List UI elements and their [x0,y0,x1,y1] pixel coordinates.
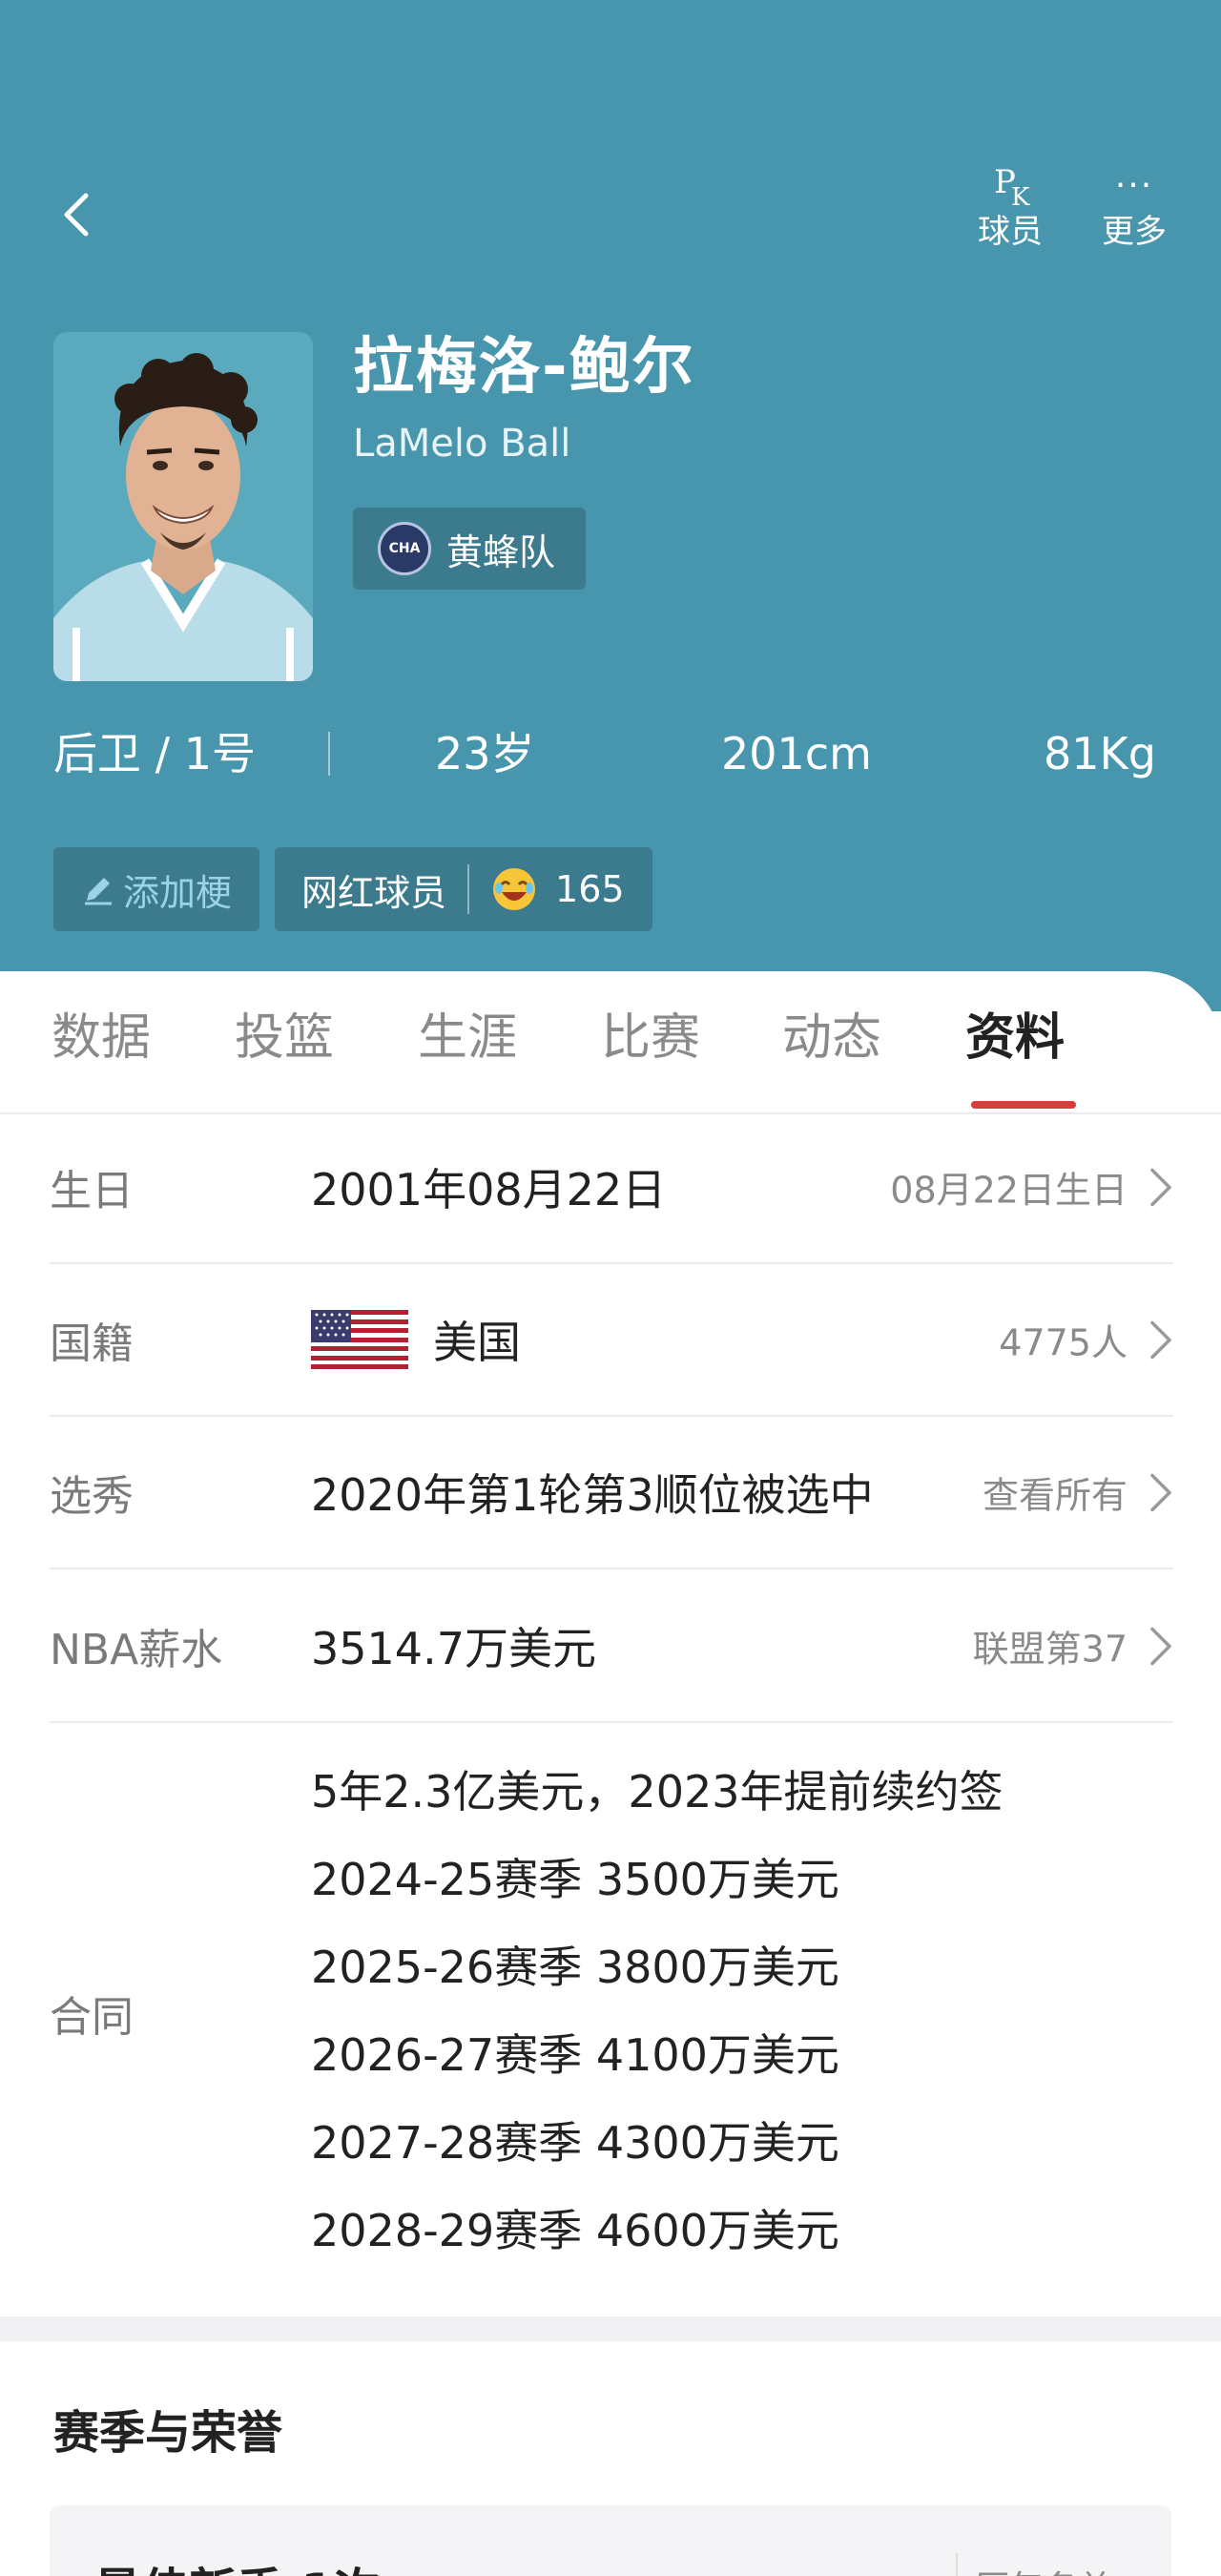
pk-player-button[interactable]: P K 球员 [958,162,1063,267]
tab-data[interactable]: 数据 [52,1008,151,1069]
chevron-right-icon [1150,1168,1171,1206]
player-name-en: LaMelo Ball [353,422,571,466]
draft-link[interactable]: 查看所有 [983,1466,1173,1519]
contract-line: 2028-29赛季 4600万美元 [311,2205,839,2256]
info-row-birthday[interactable]: 生日 2001年08月22日 08月22日生日 [50,1111,1173,1264]
add-meme-label: 添加梗 [122,871,232,914]
player-stats-row: 后卫 / 1号 23岁 201cm 81Kg [53,720,1169,787]
player-age: 23岁 [435,728,535,779]
chevron-right-icon [1150,1320,1171,1359]
contract-line: 2027-28赛季 4300万美元 [311,2117,839,2169]
chevron-right-icon [1150,1473,1171,1511]
player-name-cn: 拉梅洛-鲍尔 [353,332,695,403]
add-meme-button[interactable]: 添加梗 [53,847,259,931]
honors-section-title: 赛季与荣誉 [53,2406,283,2460]
team-tag[interactable]: CHA 黄蜂队 [353,508,586,590]
chevron-left-icon [64,193,89,237]
honors-divider [956,2553,958,2576]
draft-value: 2020年第1轮第3顺位被选中 [311,1469,874,1521]
nationality-link[interactable]: 4775人 [999,1314,1173,1366]
active-tab-indicator [971,1101,1076,1109]
birthday-right-text: 08月22日生日 [890,1169,1128,1212]
contract-summary: 5年2.3亿美元，2023年提前续约签 [311,1766,1004,1818]
player-height: 201cm [721,728,872,779]
contract-line: 2026-27赛季 4100万美元 [311,2029,839,2081]
birthday-value: 2001年08月22日 [311,1164,667,1215]
birthday-label: 生日 [50,1167,134,1215]
influencer-divider [467,864,470,914]
pen-icon [84,878,112,905]
tab-games[interactable]: 比赛 [601,1008,700,1069]
info-row-salary[interactable]: NBA薪水 3514.7万美元 联盟第37 [50,1570,1173,1723]
info-row-nationality[interactable]: 国籍 美国 4775人 [50,1264,1173,1417]
position-number: 后卫 / 1号 [53,728,257,779]
influencer-label: 网红球员 [301,871,447,914]
us-flag-icon [311,1310,408,1369]
honors-history-link[interactable]: 历年名单 [975,2561,1112,2576]
influencer-tag[interactable]: 网红球员 165 [275,847,652,931]
section-divider [0,2316,1221,2341]
player-photo [53,332,313,681]
team-logo-icon: CHA [378,522,431,575]
stats-divider [328,732,330,776]
back-button[interactable] [53,186,101,243]
team-name: 黄蜂队 [446,530,556,573]
nationality-label: 国籍 [50,1319,134,1368]
nationality-right-text: 4775人 [999,1321,1128,1364]
tab-news[interactable]: 动态 [782,1008,881,1069]
chevron-right-icon [1150,1627,1171,1665]
pk-player-label: 球员 [978,213,1043,251]
player-header: P K 球员 ··· 更多 拉梅洛-鲍尔 LaMelo Ball CHA 黄蜂队… [0,0,1221,1011]
salary-value: 3514.7万美元 [311,1623,596,1674]
tab-shooting[interactable]: 投篮 [235,1008,334,1069]
more-label: 更多 [1102,213,1167,251]
birthday-link[interactable]: 08月22日生日 [890,1161,1173,1214]
salary-link[interactable]: 联盟第37 [973,1620,1173,1672]
contract-label: 合同 [50,1993,134,2042]
salary-label: NBA薪水 [50,1626,223,1674]
tab-profile[interactable]: 资料 [965,1008,1065,1069]
more-icon: ··· [1114,166,1154,205]
laughing-emoji-icon [493,868,536,910]
honor-item: 最佳新秀 1次 [93,2553,382,2576]
pk-icon: P K [994,163,1030,212]
nationality-value-wrap: 美国 [311,1308,521,1371]
draft-right-text: 查看所有 [982,1474,1128,1517]
draft-label: 选秀 [50,1472,134,1521]
influencer-count: 165 [555,868,625,910]
contract-line: 2025-26赛季 3800万美元 [311,1942,839,1993]
nationality-value: 美国 [433,1317,521,1368]
more-button[interactable]: ··· 更多 [1082,162,1187,267]
player-weight: 81Kg [1044,728,1156,779]
honors-card[interactable]: 最佳新秀 1次 历年名单 [50,2505,1171,2576]
tab-career[interactable]: 生涯 [418,1008,517,1069]
tab-bar: 数据 投篮 生涯 比赛 动态 资料 [0,971,1221,1114]
contract-line: 2024-25赛季 3500万美元 [311,1854,839,1905]
info-row-contract: 合同 5年2.3亿美元，2023年提前续约签 2024-25赛季 3500万美元… [50,1725,1173,2316]
salary-right-text: 联盟第37 [972,1628,1128,1671]
player-avatar [53,332,313,681]
info-row-draft[interactable]: 选秀 2020年第1轮第3顺位被选中 查看所有 [50,1417,1173,1569]
